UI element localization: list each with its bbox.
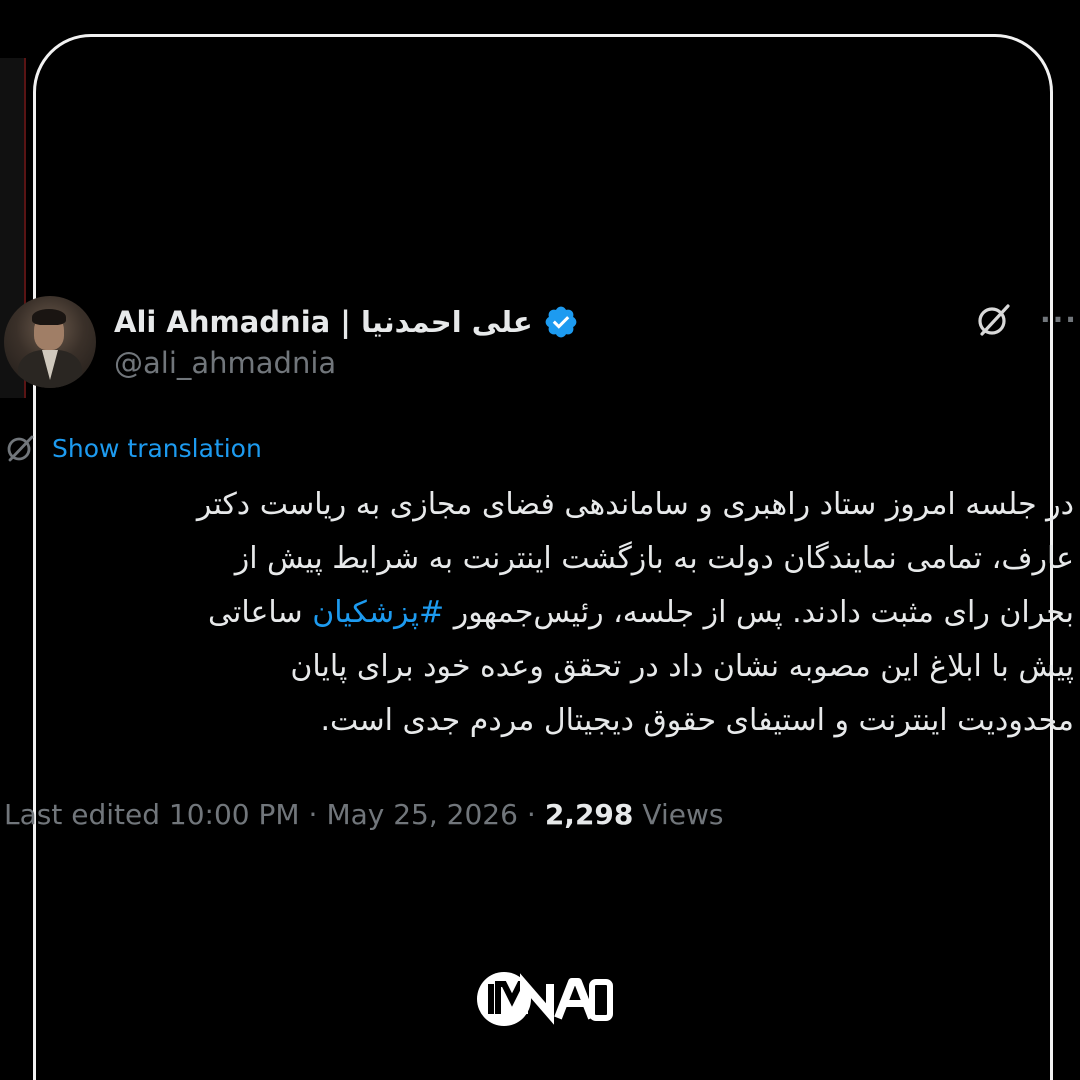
tweet-date[interactable]: May 25, 2026 [326, 798, 517, 831]
author-name-row[interactable]: Ali Ahmadnia | علی احمدنیا [114, 300, 579, 344]
avatar-hair [32, 309, 66, 325]
imna-logo [477, 972, 613, 1026]
tweet-line: عارف، تمامی نمایندگان دولت به بازگشت این… [234, 541, 1074, 576]
last-edited-time[interactable]: Last edited 10:00 PM [4, 798, 300, 831]
avatar[interactable] [4, 296, 96, 388]
tweet-line-segment: ساعاتی [208, 595, 313, 630]
hashtag-link[interactable]: #پزشکیان [312, 595, 444, 630]
views-label: Views [642, 797, 724, 831]
tweet-line: محدودیت اینترنت و استیفای حقوق دیجیتال م… [320, 703, 1074, 738]
tweet-line: بحران رای مثبت دادند. پس از جلسه، رئیس‌ج… [14, 586, 1074, 640]
author-display-name[interactable]: Ali Ahmadnia | علی احمدنیا [114, 305, 533, 339]
tweet-line-segment: بحران رای مثبت دادند. پس از جلسه، رئیس‌ج… [444, 595, 1074, 630]
tweet-line: در جلسه امروز ستاد راهبری و ساماندهی فضا… [196, 487, 1074, 522]
views-count: 2,298 [544, 797, 634, 831]
more-icon[interactable]: ··· [1040, 305, 1080, 335]
translate-row[interactable]: Show translation [4, 428, 262, 468]
meta-separator: · [526, 797, 536, 831]
tweet-meta: Last edited 10:00 PM · May 25, 2026 · 2,… [4, 792, 723, 836]
tweet-text: در جلسه امروز ستاد راهبری و ساماندهی فضا… [14, 478, 1074, 748]
show-translation-link[interactable]: Show translation [52, 434, 262, 463]
translate-icon [7, 435, 34, 462]
meta-separator: · [308, 797, 318, 831]
grok-icon[interactable] [972, 298, 1016, 342]
author-handle[interactable]: @ali_ahmadnia [114, 346, 336, 380]
verified-badge-icon [545, 306, 577, 338]
tweet-line: پیش با ابلاغ این مصوبه نشان داد در تحقق … [290, 649, 1074, 684]
